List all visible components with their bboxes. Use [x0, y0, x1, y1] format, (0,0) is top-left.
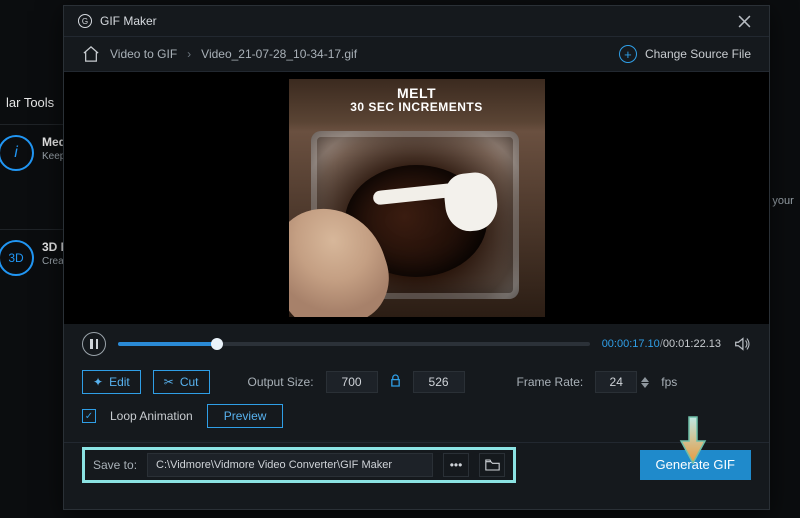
close-icon [738, 15, 751, 28]
output-height-input[interactable]: 526 [413, 371, 465, 393]
video-frame: MELT 30 SEC INCREMENTS [289, 79, 545, 317]
breadcrumb-item-root[interactable]: Video to GIF [110, 47, 177, 61]
loop-animation-checkbox[interactable]: ✓ [82, 409, 96, 423]
dialog-title: GIF Maker [100, 14, 157, 28]
cut-button[interactable]: ✂ Cut [153, 370, 210, 394]
lock-icon [390, 374, 401, 387]
chevron-right-icon: › [187, 47, 191, 61]
video-preview[interactable]: MELT 30 SEC INCREMENTS [64, 72, 769, 324]
scissors-icon: ✂ [164, 375, 174, 389]
fps-label: fps [661, 375, 677, 389]
overlay-line2: 30 SEC INCREMENTS [289, 101, 545, 115]
output-width-input[interactable]: 700 [326, 371, 378, 393]
player-controls: 00:00:17.10/00:01:22.13 [64, 324, 769, 364]
cut-label: Cut [180, 375, 199, 389]
save-path-input[interactable]: C:\Vidmore\Vidmore Video Converter\GIF M… [147, 453, 433, 477]
volume-button[interactable] [733, 335, 751, 353]
wand-icon: ✦ [93, 375, 103, 389]
frame-rate-label: Frame Rate: [517, 375, 584, 389]
3d-icon: 3D [0, 240, 34, 276]
speaker-icon [733, 335, 751, 353]
overlay-line1: MELT [289, 85, 545, 101]
change-source-label: Change Source File [645, 47, 751, 61]
pause-icon [90, 339, 98, 349]
change-source-button[interactable]: + Change Source File [619, 45, 751, 63]
gif-maker-dialog: G GIF Maker Video to GIF › Video_21-07-2… [63, 5, 770, 510]
time-total: 00:01:22.13 [663, 338, 721, 350]
home-icon [82, 46, 100, 62]
settings-row: ✦ Edit ✂ Cut Output Size: 700 526 Frame Ra… [64, 364, 769, 396]
chevron-down-icon [641, 383, 649, 388]
frame-rate-input[interactable]: 24 [595, 371, 637, 393]
chevron-up-icon [641, 377, 649, 382]
close-button[interactable] [733, 10, 755, 32]
home-button[interactable] [82, 46, 100, 62]
save-row: Save to: C:\Vidmore\Vidmore Video Conver… [64, 442, 769, 486]
info-icon: i [0, 135, 34, 171]
seek-slider[interactable] [118, 342, 590, 346]
edit-button[interactable]: ✦ Edit [82, 370, 141, 394]
play-pause-button[interactable] [82, 332, 106, 356]
frame-rate-stepper[interactable] [641, 377, 649, 388]
edit-label: Edit [109, 375, 130, 389]
preview-button[interactable]: Preview [207, 404, 284, 428]
time-current: 00:00:17.10 [602, 338, 660, 350]
lock-aspect-button[interactable] [390, 374, 401, 390]
preview-label: Preview [224, 409, 267, 423]
breadcrumb-item-file: Video_21-07-28_10-34-17.gif [201, 47, 357, 61]
breadcrumb: Video to GIF › Video_21-07-28_10-34-17.g… [64, 36, 769, 72]
save-to-highlight: Save to: C:\Vidmore\Vidmore Video Conver… [82, 447, 516, 483]
output-size-label: Output Size: [248, 375, 314, 389]
folder-icon [485, 459, 500, 471]
plus-circle-icon: + [619, 45, 637, 63]
gif-maker-icon: G [78, 14, 92, 28]
save-to-label: Save to: [93, 458, 137, 472]
open-folder-button[interactable] [479, 453, 505, 477]
save-path-more-button[interactable]: ••• [443, 453, 469, 477]
generate-gif-button[interactable]: Generate GIF [640, 450, 751, 480]
loop-animation-label: Loop Animation [110, 409, 193, 423]
dialog-titlebar: G GIF Maker [64, 6, 769, 36]
settings-row-2: ✓ Loop Animation Preview [64, 396, 769, 442]
time-display: 00:00:17.10/00:01:22.13 [602, 338, 721, 350]
